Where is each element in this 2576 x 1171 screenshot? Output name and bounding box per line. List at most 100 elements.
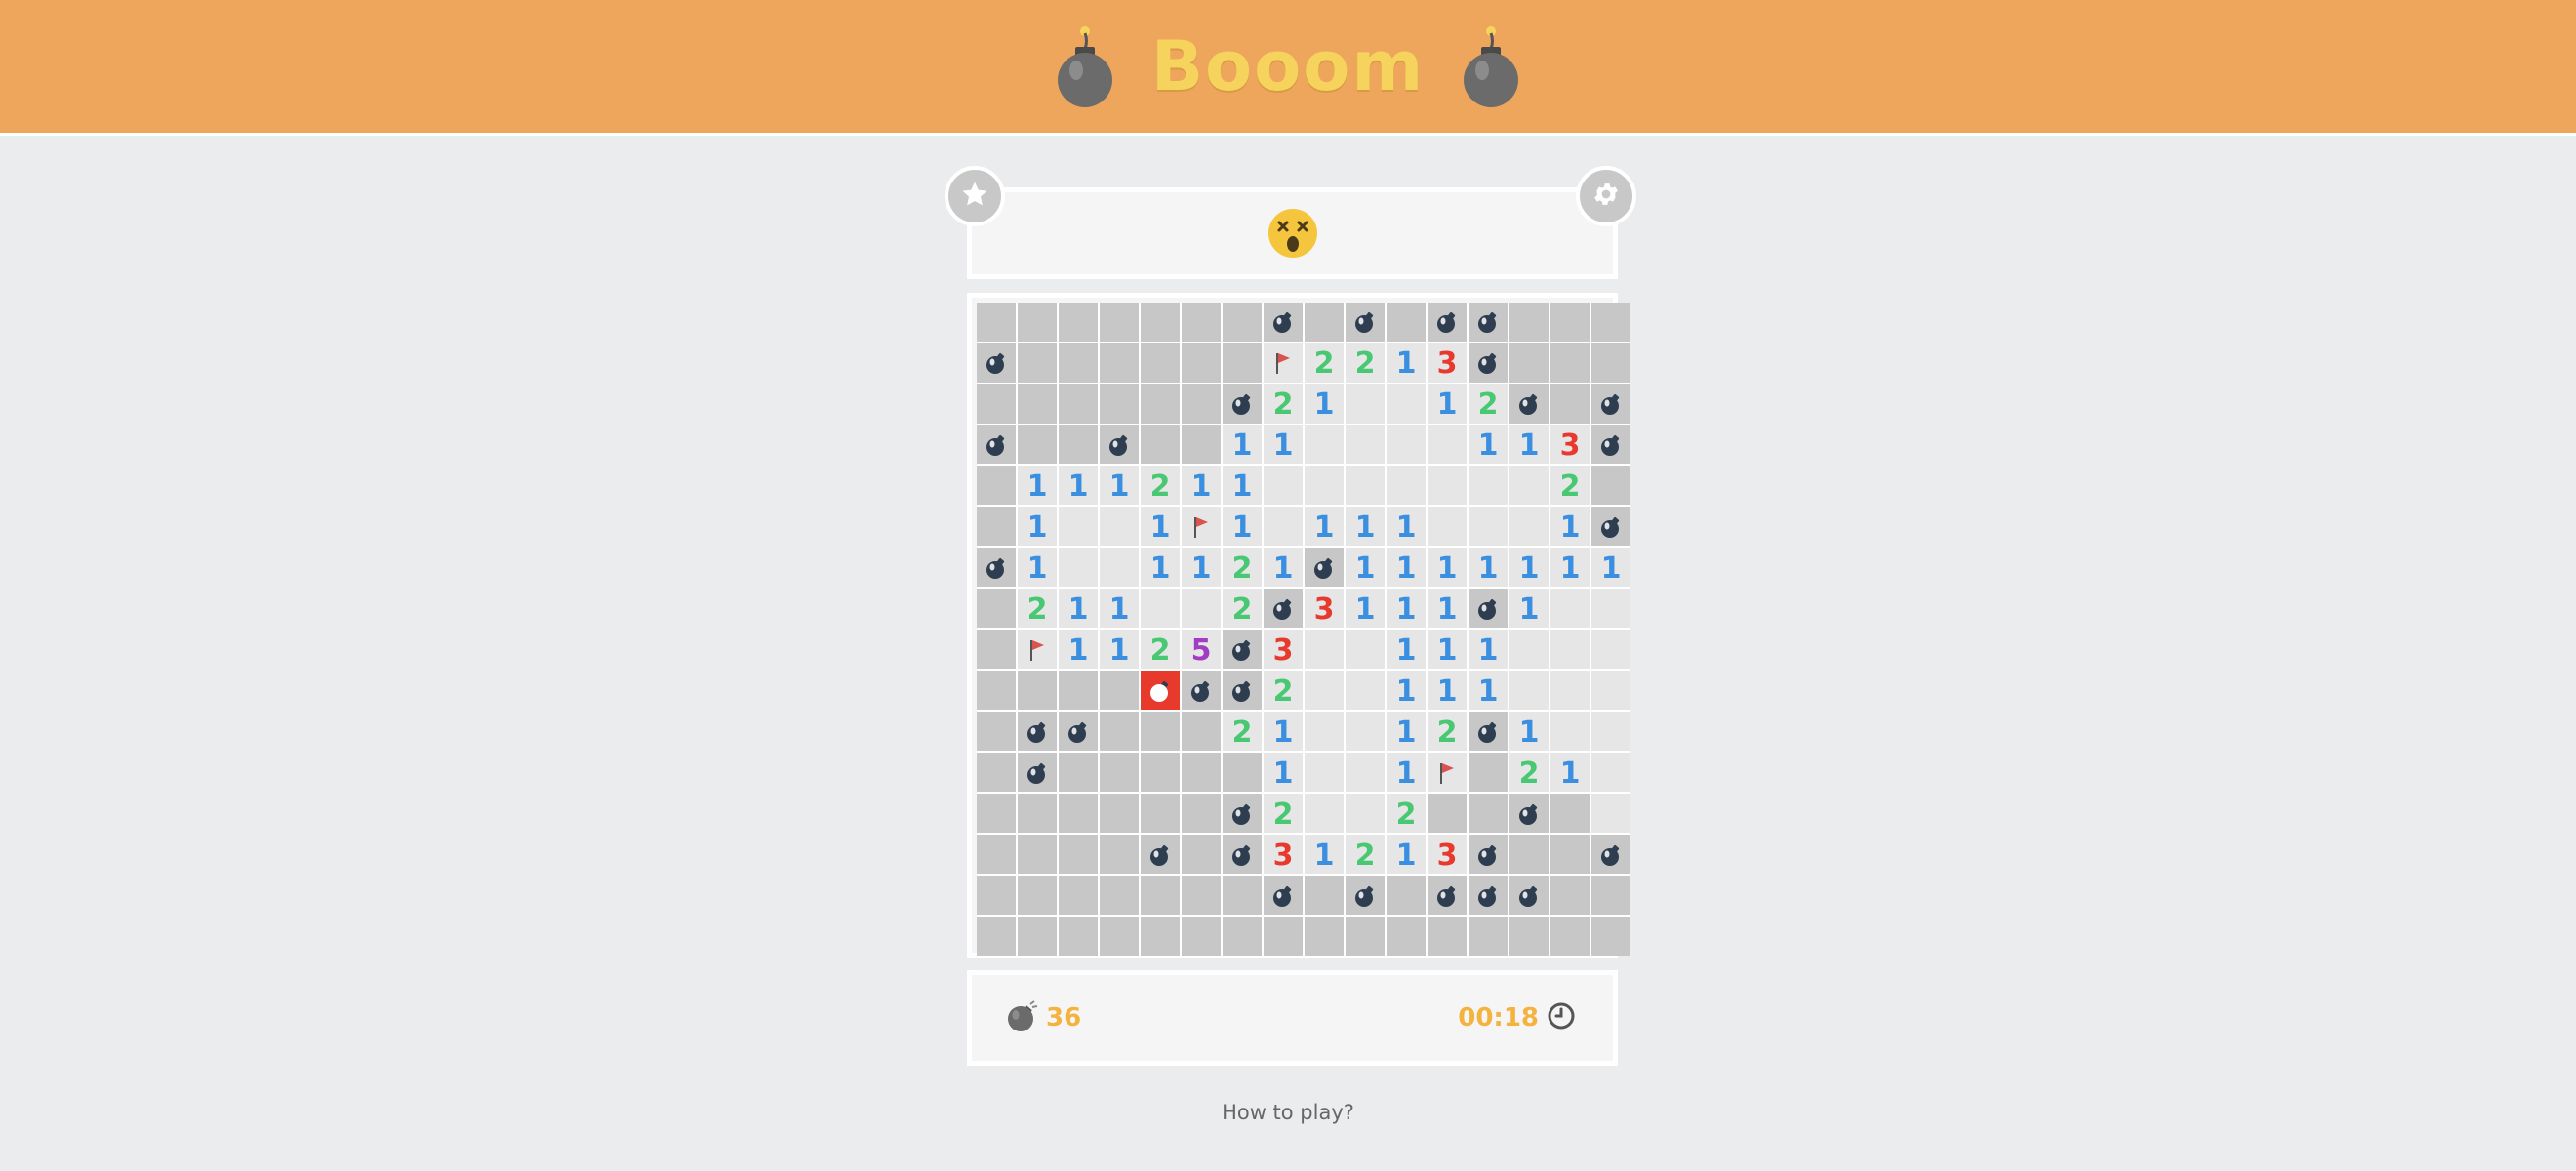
cell-hidden[interactable]	[1141, 384, 1180, 424]
cell-hidden[interactable]	[977, 794, 1016, 833]
cell-number[interactable]: 1	[1305, 507, 1344, 546]
cell-number[interactable]: 1	[1264, 548, 1303, 587]
favorites-button[interactable]	[945, 166, 1005, 226]
cell-number[interactable]: 1	[1428, 384, 1467, 424]
cell-number[interactable]: 1	[1346, 589, 1385, 628]
cell-number[interactable]: 1	[1141, 548, 1180, 587]
cell-hidden[interactable]	[1059, 671, 1098, 710]
cell-hidden[interactable]	[1059, 876, 1098, 915]
cell-hidden[interactable]	[1059, 917, 1098, 956]
cell-hidden[interactable]	[1018, 876, 1057, 915]
cell-hidden[interactable]	[1223, 343, 1262, 383]
cell-hidden[interactable]	[1509, 343, 1549, 383]
cell-hidden[interactable]	[977, 466, 1016, 505]
cell-empty[interactable]	[1591, 671, 1630, 710]
cell-empty[interactable]	[1264, 466, 1303, 505]
cell-mine[interactable]	[977, 425, 1016, 464]
cell-empty[interactable]	[1346, 712, 1385, 751]
cell-hidden[interactable]	[1018, 794, 1057, 833]
cell-hidden[interactable]	[1387, 917, 1426, 956]
cell-number[interactable]: 1	[1018, 548, 1057, 587]
cell-empty[interactable]	[1550, 671, 1590, 710]
cell-number[interactable]: 1	[1428, 630, 1467, 669]
cell-hidden[interactable]	[977, 671, 1016, 710]
cell-number[interactable]: 1	[1428, 671, 1467, 710]
cell-hidden[interactable]	[1141, 876, 1180, 915]
cell-hidden[interactable]	[1059, 835, 1098, 874]
cell-hidden[interactable]	[1018, 384, 1057, 424]
cell-number[interactable]: 2	[1428, 712, 1467, 751]
cell-empty[interactable]	[1264, 507, 1303, 546]
cell-number[interactable]: 2	[1469, 384, 1508, 424]
cell-mine[interactable]	[1018, 753, 1057, 792]
cell-number[interactable]: 1	[1100, 630, 1139, 669]
cell-empty[interactable]	[1346, 630, 1385, 669]
cell-empty[interactable]	[1305, 753, 1344, 792]
cell-number[interactable]: 1	[1059, 589, 1098, 628]
cell-number[interactable]: 1	[1469, 671, 1508, 710]
cell-empty[interactable]	[1550, 589, 1590, 628]
cell-hidden[interactable]	[1469, 753, 1508, 792]
cell-number[interactable]: 1	[1550, 548, 1590, 587]
cell-hidden[interactable]	[1550, 917, 1590, 956]
cell-hidden[interactable]	[977, 507, 1016, 546]
cell-hidden[interactable]	[1100, 835, 1139, 874]
cell-mine[interactable]	[1223, 794, 1262, 833]
cell-hidden[interactable]	[977, 917, 1016, 956]
cell-empty[interactable]	[1346, 794, 1385, 833]
cell-mine[interactable]	[1469, 876, 1508, 915]
cell-mine[interactable]	[1509, 876, 1549, 915]
cell-number[interactable]: 1	[1469, 548, 1508, 587]
cell-number[interactable]: 5	[1182, 630, 1221, 669]
cell-hidden[interactable]	[977, 303, 1016, 342]
cell-hidden[interactable]	[977, 835, 1016, 874]
cell-empty[interactable]	[1469, 466, 1508, 505]
cell-number[interactable]: 1	[1387, 712, 1426, 751]
cell-number[interactable]: 3	[1428, 343, 1467, 383]
cell-mine[interactable]	[1591, 384, 1630, 424]
cell-number[interactable]: 3	[1305, 589, 1344, 628]
cell-empty[interactable]	[1305, 425, 1344, 464]
cell-mine[interactable]	[1264, 589, 1303, 628]
cell-empty[interactable]	[1428, 507, 1467, 546]
cell-number[interactable]: 1	[1059, 466, 1098, 505]
cell-hidden[interactable]	[1141, 425, 1180, 464]
cell-empty[interactable]	[1305, 712, 1344, 751]
cell-hidden[interactable]	[1182, 425, 1221, 464]
cell-hidden[interactable]	[1100, 712, 1139, 751]
cell-hidden[interactable]	[1305, 876, 1344, 915]
cell-number[interactable]: 2	[1346, 343, 1385, 383]
cell-number[interactable]: 1	[1469, 630, 1508, 669]
cell-flag[interactable]	[1264, 343, 1303, 383]
cell-number[interactable]: 1	[1018, 466, 1057, 505]
cell-hidden[interactable]	[1141, 343, 1180, 383]
dizzy-face-icon[interactable]	[1267, 207, 1319, 260]
cell-empty[interactable]	[1387, 466, 1426, 505]
cell-empty[interactable]	[1059, 507, 1098, 546]
cell-mine[interactable]	[1428, 876, 1467, 915]
cell-hidden[interactable]	[1182, 343, 1221, 383]
cell-mine[interactable]	[1469, 712, 1508, 751]
cell-mine[interactable]	[1223, 671, 1262, 710]
cell-mine[interactable]	[1100, 425, 1139, 464]
cell-number[interactable]: 1	[1387, 507, 1426, 546]
cell-empty[interactable]	[1469, 507, 1508, 546]
cell-empty[interactable]	[1346, 671, 1385, 710]
cell-hidden[interactable]	[1550, 303, 1590, 342]
cell-number[interactable]: 1	[1346, 507, 1385, 546]
cell-hidden[interactable]	[1550, 876, 1590, 915]
cell-number[interactable]: 1	[1264, 712, 1303, 751]
cell-hidden[interactable]	[1182, 917, 1221, 956]
cell-hidden[interactable]	[1550, 835, 1590, 874]
cell-empty[interactable]	[1305, 794, 1344, 833]
cell-number[interactable]: 1	[1509, 589, 1549, 628]
cell-hidden[interactable]	[1141, 794, 1180, 833]
cell-number[interactable]: 2	[1387, 794, 1426, 833]
how-to-play-link[interactable]: How to play?	[0, 1101, 2576, 1124]
cell-hidden[interactable]	[1182, 303, 1221, 342]
cell-mine[interactable]	[1018, 712, 1057, 751]
cell-empty[interactable]	[1591, 589, 1630, 628]
cell-hidden[interactable]	[1469, 794, 1508, 833]
cell-empty[interactable]	[1509, 507, 1549, 546]
cell-hidden[interactable]	[1059, 343, 1098, 383]
